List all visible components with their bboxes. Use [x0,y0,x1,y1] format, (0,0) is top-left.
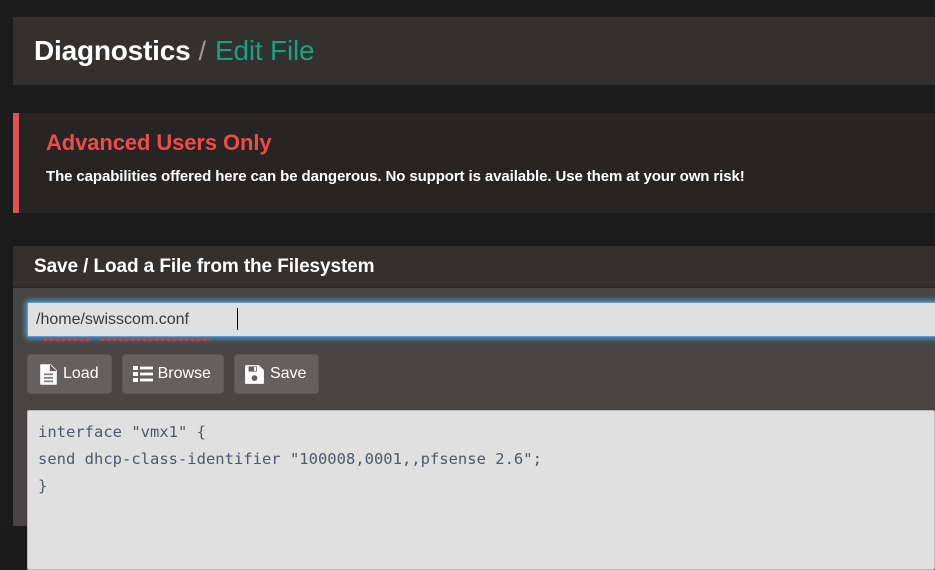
breadcrumb-separator: / [198,35,207,66]
page-root: Diagnostics / Edit File Advanced Users O… [0,0,935,570]
floppy-save-icon [244,362,266,386]
panel-body: Load [13,288,935,570]
file-path-input[interactable] [27,302,935,337]
browse-button[interactable]: Browse [121,354,224,394]
panel-title: Save / Load a File from the Filesystem [34,255,375,277]
file-action-buttons: Load Browse Save [27,354,935,394]
save-load-panel: Save / Load a File from the Filesystem /… [13,246,935,570]
list-ul-icon [132,362,154,386]
panel-heading: Save / Load a File from the Filesystem [13,246,935,288]
breadcrumb: Diagnostics / Edit File [13,17,935,85]
load-button-label: Load [63,365,99,382]
save-button[interactable]: Save [233,354,320,394]
path-input-wrapper [27,302,935,341]
file-text-icon [37,362,59,386]
browse-button-label: Browse [157,365,211,382]
spellcheck-underline [44,337,91,341]
load-button[interactable]: Load [27,354,112,394]
alert-message: The capabilities offered here can be dan… [46,168,745,185]
save-button-label: Save [269,365,307,382]
text-caret [237,308,238,330]
alert-title: Advanced Users Only [46,130,272,155]
file-content-editor[interactable]: interface "vmx1" { send dhcp-class-ident… [27,410,935,570]
breadcrumb-item-edit-file[interactable]: Edit File [215,35,315,67]
advanced-users-alert: Advanced Users Only The capabilities off… [13,113,935,213]
breadcrumb-item-diagnostics[interactable]: Diagnostics [34,35,191,67]
spellcheck-underline [101,337,210,341]
